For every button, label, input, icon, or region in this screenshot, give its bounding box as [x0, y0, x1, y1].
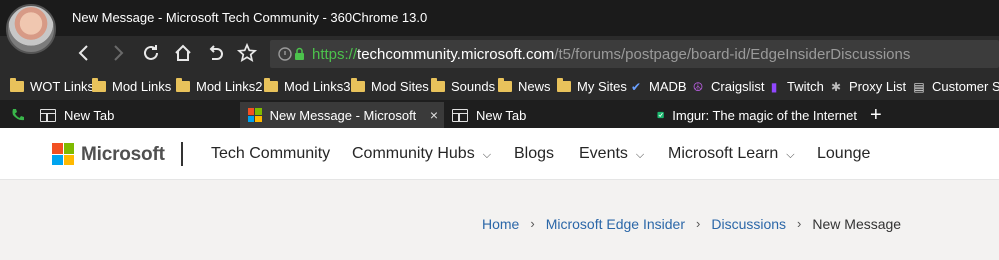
document-icon: ▤	[913, 79, 925, 94]
phone-icon[interactable]	[10, 102, 26, 128]
bookmark-label: Mod Sites	[371, 79, 429, 94]
microsoft-favicon	[248, 108, 262, 122]
site-header: Microsoft Tech Community Community Hubs ⌵…	[0, 128, 999, 180]
tab-new-message[interactable]: New Message - Microsoft Tech ×	[240, 102, 444, 128]
new-tab-button[interactable]: +	[870, 102, 882, 128]
tab-imgur[interactable]: Imgur: The magic of the Internet	[657, 102, 857, 128]
folder-icon	[264, 78, 278, 92]
tab-label: New Tab	[64, 107, 115, 123]
bookmark-label: Proxy List	[849, 79, 907, 94]
bookmark-label: Customer Serv	[932, 79, 999, 94]
window-title: New Message - Microsoft Tech Community -…	[72, 10, 428, 25]
breadcrumb-edge-insider[interactable]: Microsoft Edge Insider	[546, 216, 685, 232]
tab-label: New Tab	[476, 107, 527, 123]
breadcrumb-home[interactable]: Home	[482, 216, 519, 232]
folder-icon	[431, 78, 445, 92]
nav-tech-community[interactable]: Tech Community	[211, 145, 330, 163]
bookmark-label: Mod Links2	[196, 79, 263, 94]
folder-icon	[176, 78, 190, 92]
bookmark-label: My Sites	[577, 79, 627, 94]
url-host: techcommunity.microsoft.com	[357, 46, 555, 63]
bookmark-sounds[interactable]: Sounds	[431, 78, 496, 94]
bookmark-label: News	[518, 79, 551, 94]
tab-label: New Message - Microsoft Tech	[269, 107, 416, 123]
url-text: https://techcommunity.microsoft.com/t5/f…	[312, 46, 910, 63]
undo-close-tab-icon[interactable]	[203, 42, 227, 66]
folder-icon	[557, 78, 571, 92]
folder-icon	[92, 78, 106, 92]
home-icon[interactable]	[171, 42, 195, 66]
site-info-icon[interactable]	[278, 46, 306, 62]
bookmark-label: Sounds	[451, 79, 496, 94]
peace-icon: ☮	[692, 79, 704, 94]
reload-icon[interactable]	[139, 42, 163, 66]
imgur-icon	[657, 111, 664, 119]
bookmark-customer-serv[interactable]: ▤ Customer Serv	[912, 79, 999, 94]
bookmark-label: Craigslist	[711, 79, 765, 94]
twitch-icon: ▮	[770, 79, 778, 94]
tab-label: Imgur: The magic of the Internet	[672, 107, 857, 123]
nav-lounge[interactable]: Lounge	[817, 145, 870, 163]
bookmark-news[interactable]: News	[498, 78, 551, 94]
new-tab-icon	[40, 108, 56, 122]
close-tab-icon[interactable]: ×	[430, 107, 438, 123]
url-path: /t5/forums/postpage/board-id/EdgeInsider…	[554, 46, 911, 63]
bookmark-label: MADB	[649, 79, 687, 94]
breadcrumb-separator: ›	[530, 216, 535, 231]
bookmark-madb[interactable]: ✔ MADB	[629, 79, 687, 94]
bookmark-label: Twitch	[787, 79, 824, 94]
bookmark-my-sites[interactable]: My Sites	[557, 78, 627, 94]
bookmark-craigslist[interactable]: ☮ Craigslist	[691, 79, 765, 94]
chevron-down-icon: ⌵	[786, 149, 795, 161]
bookmark-mod-sites[interactable]: Mod Sites	[351, 78, 429, 94]
header-divider	[181, 142, 183, 166]
url-scheme: https://	[312, 46, 358, 63]
new-tab-icon	[452, 108, 468, 122]
breadcrumb-separator: ›	[696, 216, 701, 231]
folder-icon	[10, 78, 24, 92]
bookmark-wot-links[interactable]: WOT Links	[10, 78, 95, 94]
bookmark-label: Mod Links3	[284, 79, 351, 94]
tab-new-tab-2[interactable]: New Tab	[452, 102, 642, 128]
chevron-down-icon: ⌵	[635, 149, 645, 161]
address-bar[interactable]: https://techcommunity.microsoft.com/t5/f…	[270, 40, 999, 68]
bookmark-proxy-list[interactable]: ✱ Proxy List	[829, 79, 906, 94]
nav-blogs[interactable]: Blogs	[514, 145, 554, 163]
bookmark-mod-links[interactable]: Mod Links	[92, 78, 172, 94]
bookmarks-bar: WOT Links Mod Links Mod Links2 Mod Links…	[0, 72, 999, 100]
folder-icon	[498, 78, 512, 92]
nav-label: Microsoft Learn	[668, 145, 779, 162]
nav-label: Community Hubs	[352, 145, 475, 162]
madb-icon: ✔	[630, 79, 642, 94]
breadcrumb-separator: ›	[797, 216, 802, 231]
breadcrumb: Home › Microsoft Edge Insider › Discussi…	[482, 216, 901, 232]
folder-icon	[351, 78, 365, 92]
user-avatar[interactable]	[6, 4, 56, 54]
title-bar: New Message - Microsoft Tech Community -…	[0, 0, 999, 36]
tab-strip: New Tab New Message - Microsoft Tech × N…	[0, 100, 999, 128]
nav-label: Events	[579, 145, 628, 162]
bookmark-mod-links2[interactable]: Mod Links2	[176, 78, 263, 94]
nav-microsoft-learn[interactable]: Microsoft Learn ⌵	[668, 145, 795, 163]
tab-new-tab-1[interactable]: New Tab	[40, 102, 235, 128]
bookmark-label: Mod Links	[112, 79, 172, 94]
bookmark-mod-links3[interactable]: Mod Links3	[264, 78, 351, 94]
nav-events[interactable]: Events ⌵	[579, 145, 644, 163]
back-icon[interactable]	[72, 42, 96, 66]
forward-icon[interactable]	[106, 42, 130, 66]
breadcrumb-current: New Message	[812, 216, 902, 232]
nav-community-hubs[interactable]: Community Hubs ⌵	[352, 145, 491, 163]
navigation-bar: https://techcommunity.microsoft.com/t5/f…	[0, 36, 999, 72]
microsoft-logo-icon[interactable]	[52, 143, 74, 165]
bookmark-label: WOT Links	[30, 79, 95, 94]
brand-name[interactable]: Microsoft	[81, 144, 165, 166]
breadcrumb-discussions[interactable]: Discussions	[711, 216, 786, 232]
bookmark-twitch[interactable]: ▮ Twitch	[767, 79, 824, 94]
bookmark-star-icon[interactable]	[235, 42, 259, 66]
page-content: Home › Microsoft Edge Insider › Discussi…	[0, 180, 999, 260]
proxy-icon: ✱	[830, 79, 842, 94]
chevron-down-icon: ⌵	[482, 149, 492, 161]
